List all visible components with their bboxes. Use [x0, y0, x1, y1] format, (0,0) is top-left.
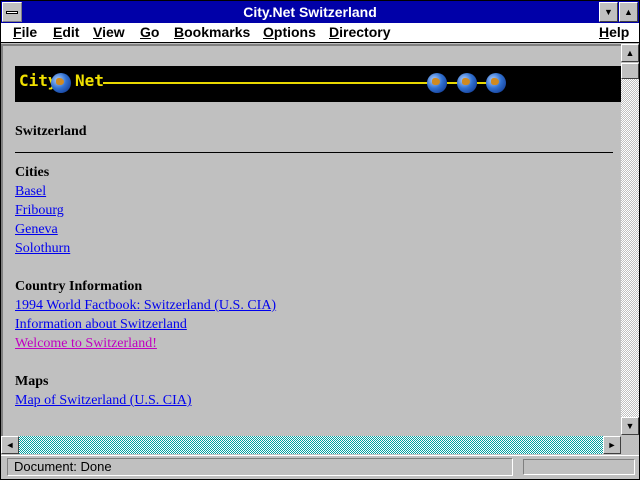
- menu-file[interactable]: File: [13, 24, 37, 40]
- globe-icon: [457, 73, 477, 93]
- minimize-button[interactable]: ▼: [599, 2, 618, 22]
- link-map-of-switzerland[interactable]: Map of Switzerland (U.S. CIA): [15, 391, 613, 410]
- globe-icon: [427, 73, 447, 93]
- menu-go[interactable]: Go: [140, 24, 159, 40]
- scrollbar-corner: [621, 436, 639, 454]
- menu-edit[interactable]: Edit: [53, 24, 79, 40]
- link-basel[interactable]: Basel: [15, 182, 613, 201]
- window-title: City.Net Switzerland: [243, 4, 377, 20]
- scroll-left-button[interactable]: ◄: [1, 436, 19, 454]
- status-text: Document: Done: [7, 458, 513, 476]
- banner-divider-line: [103, 82, 433, 84]
- menu-directory[interactable]: Directory: [329, 24, 390, 40]
- link-information-about-switzerland[interactable]: Information about Switzerland: [15, 315, 613, 334]
- globe-icon: [51, 73, 71, 93]
- page-heading: Switzerland: [15, 124, 87, 139]
- document-view[interactable]: City Net Switzerland Cities Basel Fribou…: [1, 44, 621, 436]
- section-title-cities: Cities: [15, 165, 50, 180]
- link-welcome-to-switzerland[interactable]: Welcome to Switzerland!: [15, 334, 613, 353]
- title-bar[interactable]: City.Net Switzerland ▼ ▲: [1, 1, 639, 23]
- link-solothurn[interactable]: Solothurn: [15, 239, 613, 258]
- page-body: Switzerland Cities Basel Fribourg Geneva…: [15, 122, 613, 410]
- citynet-logo-right: Net: [75, 71, 104, 90]
- scroll-right-button[interactable]: ►: [603, 436, 621, 454]
- globe-icon: [486, 73, 506, 93]
- vertical-scroll-track[interactable]: [621, 63, 639, 417]
- horizontal-scroll-track[interactable]: [19, 436, 603, 454]
- scroll-up-button[interactable]: ▲: [621, 44, 639, 62]
- arrow-left-icon: ◄: [5, 440, 15, 450]
- vertical-scroll-thumb[interactable]: [621, 63, 639, 79]
- arrow-up-icon: ▲: [625, 48, 635, 58]
- horizontal-rule: [15, 152, 613, 153]
- arrow-right-icon: ►: [607, 440, 617, 450]
- system-menu-button[interactable]: [2, 2, 22, 22]
- citynet-banner[interactable]: City Net: [15, 66, 621, 102]
- link-fribourg[interactable]: Fribourg: [15, 201, 613, 220]
- section-title-maps: Maps: [15, 374, 49, 389]
- menu-options[interactable]: Options: [263, 24, 316, 40]
- status-bar: Document: Done: [1, 455, 639, 479]
- vertical-scrollbar[interactable]: ▲ ▼: [621, 44, 639, 436]
- maximize-icon: ▲: [624, 7, 633, 17]
- menu-view[interactable]: View: [93, 24, 125, 40]
- section-title-country-information: Country Information: [15, 279, 143, 294]
- system-menu-icon: [6, 11, 18, 14]
- menu-bar: File Edit View Go Bookmarks Options Dire…: [1, 23, 639, 43]
- maximize-button[interactable]: ▲: [619, 2, 638, 22]
- menu-bookmarks[interactable]: Bookmarks: [174, 24, 250, 40]
- minimize-icon: ▼: [604, 7, 613, 17]
- arrow-down-icon: ▼: [625, 421, 635, 431]
- link-world-factbook[interactable]: 1994 World Factbook: Switzerland (U.S. C…: [15, 296, 613, 315]
- browser-window: City.Net Switzerland ▼ ▲ File Edit View …: [0, 0, 640, 480]
- menu-help[interactable]: Help: [599, 24, 629, 40]
- scroll-down-button[interactable]: ▼: [621, 417, 639, 435]
- link-geneva[interactable]: Geneva: [15, 220, 613, 239]
- horizontal-scrollbar[interactable]: ◄ ►: [1, 436, 621, 454]
- progress-indicator: [523, 459, 635, 475]
